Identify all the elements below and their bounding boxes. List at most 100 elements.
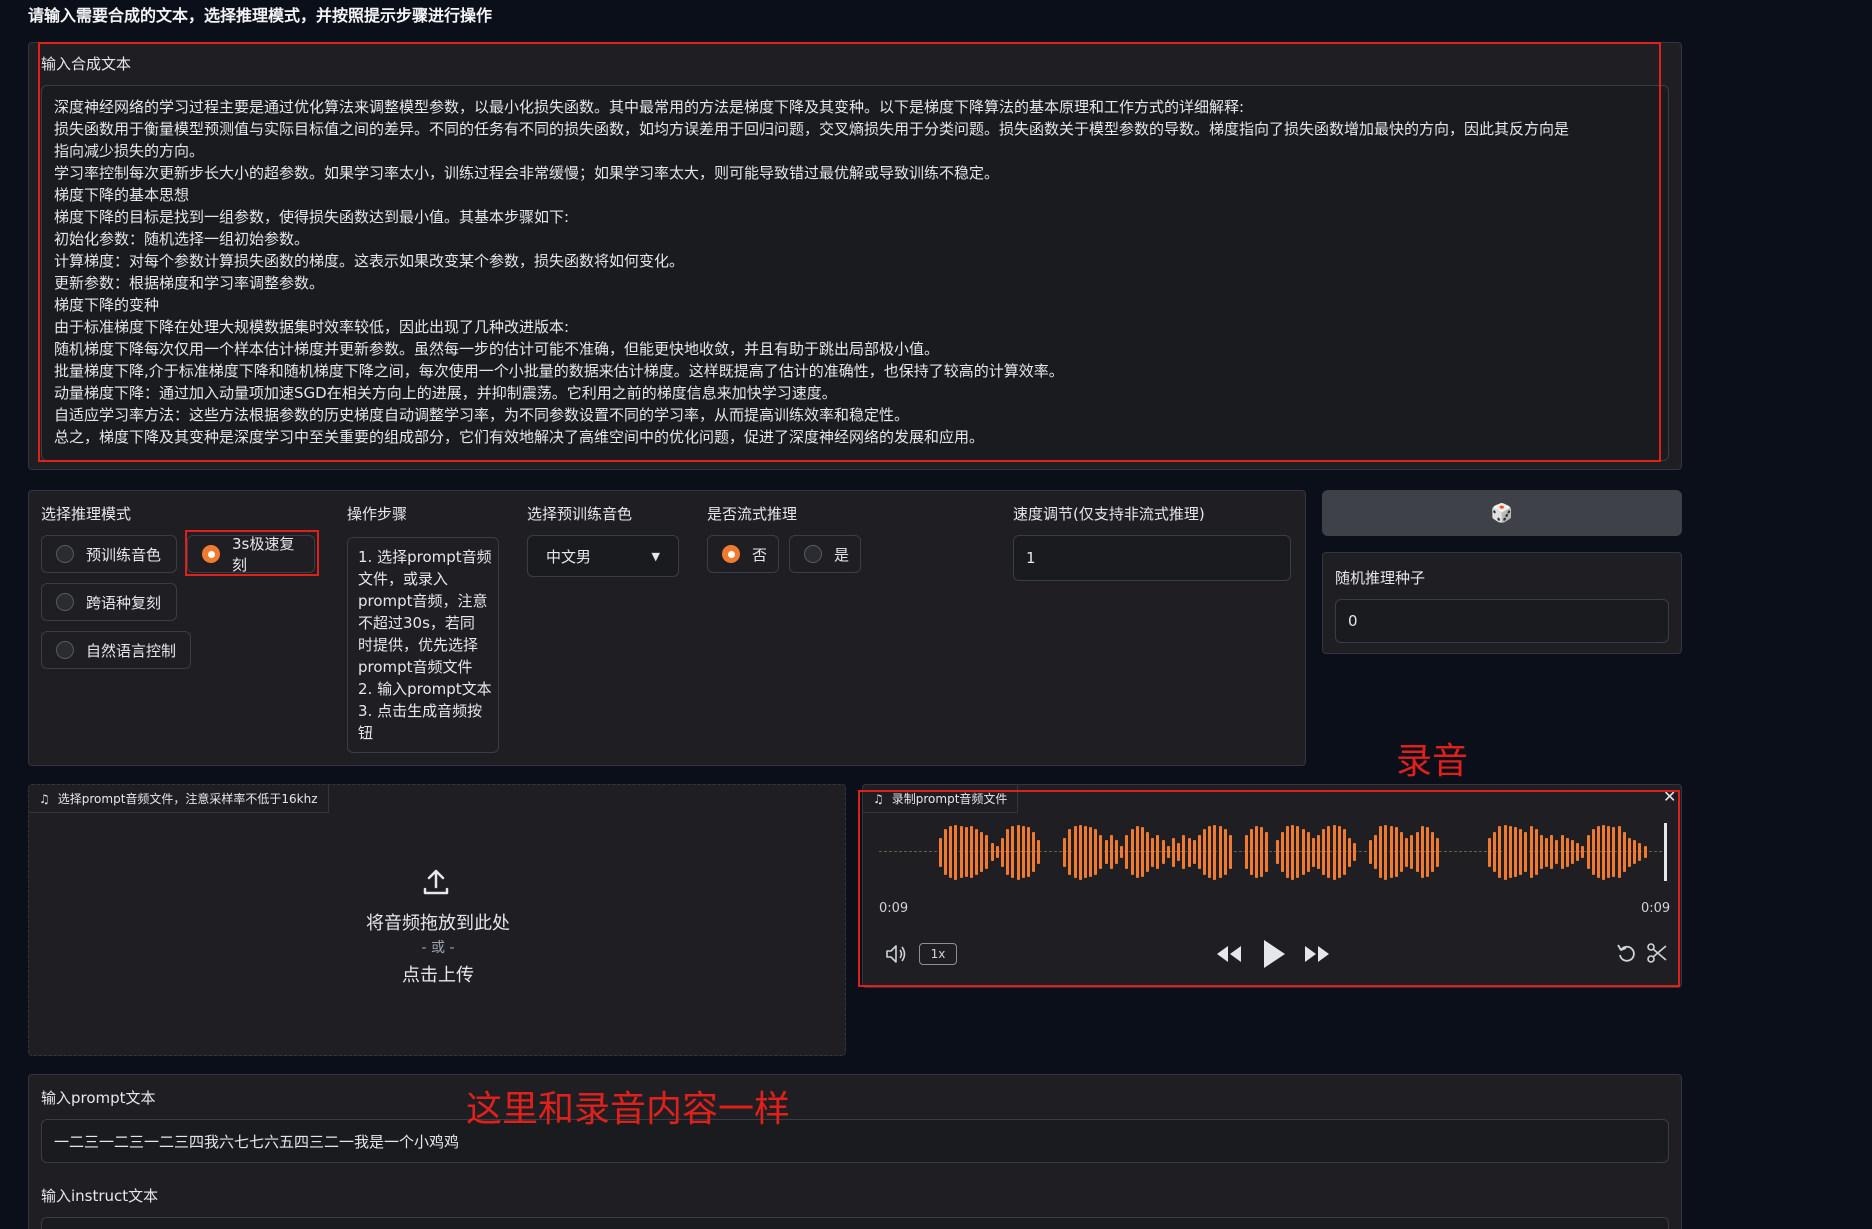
upload-panel[interactable]: ♫ 选择prompt音频文件，注意采样率不低于16khz 将音频拖放到此处 - … (28, 784, 846, 1056)
steps-line: 1. 选择prompt音频 (358, 548, 492, 566)
waveform-bar (1197, 834, 1201, 870)
waveform-bar (1001, 837, 1004, 867)
waveform-bar (1436, 837, 1440, 867)
random-seed-button[interactable]: 🎲 (1322, 490, 1682, 536)
play-icon[interactable] (1259, 937, 1289, 971)
scissors-icon[interactable] (1645, 941, 1669, 965)
tts-text-line: 随机梯度下降每次仅用一个样本估计梯度并更新参数。虽然每一步的估计可能不准确，但能… (54, 340, 940, 358)
playhead[interactable] (1664, 823, 1667, 881)
waveform-bar (1348, 837, 1352, 867)
tts-text-line: 总之，梯度下降及其变种是深度学习中至关重要的组成部分，它们有效地解决了高维空间中… (54, 428, 985, 446)
annotation-record: 录音 (1396, 741, 1469, 782)
tts-text-line: 指向减少损失的方向。 (54, 142, 205, 160)
waveform-bar (1488, 837, 1491, 867)
waveform-bar (985, 834, 989, 870)
page-heading: 请输入需要合成的文本，选择推理模式，并按照提示步骤进行操作 (28, 6, 493, 25)
prompt-text-input[interactable]: 一二三一二三一二三四我六七七六五四三二一我是一个小鸡鸡 (41, 1119, 1669, 1163)
mode-option[interactable]: 预训练音色 (41, 535, 177, 573)
mode-option-label: 跨语种复刻 (86, 593, 162, 612)
waveform-bar (1078, 824, 1082, 880)
seed-input[interactable]: 0 (1335, 599, 1669, 643)
waveform-bar (1384, 824, 1388, 880)
radio-icon (202, 545, 220, 563)
mode-option-label: 预训练音色 (86, 545, 162, 564)
volume-icon[interactable] (883, 941, 909, 967)
waveform-bar (1643, 846, 1647, 858)
waveform-bar (1374, 834, 1377, 870)
instruct-text-input[interactable] (41, 1217, 1669, 1229)
waveform-bar (1068, 828, 1072, 876)
upload-click-text[interactable]: 点击上传 (29, 961, 847, 987)
speed-label: 速度调节(仅支持非流式推理) (1013, 505, 1205, 523)
upload-tab: ♫ 选择prompt音频文件，注意采样率不低于16khz (29, 785, 329, 813)
tts-text-line: 批量梯度下降,介于标准梯度下降和随机梯度下降之间，每次使用一个小批量的数据来估计… (54, 362, 1064, 380)
waveform-bar (1545, 837, 1548, 867)
waveform-bar (1529, 825, 1533, 879)
record-tab-label: 录制prompt音频文件 (891, 792, 1008, 806)
waveform-bar (1612, 827, 1616, 877)
waveform-bar (1192, 840, 1196, 864)
waveform-bar (1503, 824, 1507, 880)
waveform-bar (1120, 846, 1124, 858)
steps-line: 3. 点击生成音频按 (358, 702, 483, 720)
instruct-text-label: 输入instruct文本 (41, 1187, 159, 1205)
stream-option[interactable]: 否 (707, 535, 779, 573)
undo-icon[interactable] (1615, 941, 1639, 965)
waveform-bar (990, 843, 994, 861)
waveform[interactable] (879, 821, 1667, 883)
playback-rate-button[interactable]: 1x (919, 943, 957, 965)
waveform-bar (1368, 840, 1372, 864)
waveform-bar (1161, 840, 1165, 864)
upload-drop-text: 将音频拖放到此处 (366, 913, 510, 934)
prompt-text-value: 一二三一二三一二三四我六七七六五四三二一我是一个小鸡鸡 (54, 1132, 460, 1151)
waveform-bar (1166, 846, 1170, 858)
waveform-bar (995, 846, 999, 858)
steps-label: 操作步骤 (347, 505, 408, 523)
radio-icon (56, 545, 74, 563)
speed-input[interactable]: 1 (1013, 535, 1291, 581)
waveform-bar (1322, 828, 1326, 876)
mode-option[interactable]: 跨语种复刻 (41, 583, 177, 621)
upload-or-text: - 或 - (421, 940, 455, 956)
waveform-bar (1586, 834, 1590, 870)
tts-text-input[interactable]: 深度神经网络的学习过程主要是通过优化算法来调整模型参数，以最小化损失函数。其中最… (41, 85, 1669, 461)
dice-icon: 🎲 (1490, 502, 1514, 524)
tts-text-line: 更新参数：根据梯度和学习率调整参数。 (54, 274, 325, 292)
steps-line: 时提供，优先选择 (358, 636, 479, 654)
waveform-bar (1410, 834, 1414, 870)
mode-option[interactable]: 3s极速复刻 (187, 535, 315, 574)
waveform-bar (1037, 840, 1041, 864)
waveform-bar (969, 825, 973, 879)
stream-option-label: 否 (752, 545, 768, 564)
record-panel: ♫ 录制prompt音频文件 ✕ 0:09 0:09 1x (862, 784, 1682, 988)
waveform-bar (1151, 837, 1155, 867)
seed-label: 随机推理种子 (1335, 569, 1426, 587)
steps-box: 1. 选择prompt音频 文件，或录入 prompt音频，注意 不超过30s，若同时… (347, 537, 499, 753)
rewind-icon[interactable] (1215, 941, 1243, 967)
voice-select[interactable]: 中文男 ▼ (527, 535, 679, 577)
waveform-bar (1094, 828, 1098, 876)
waveform-bar (1576, 843, 1580, 861)
tts-text-lines: 深度神经网络的学习过程主要是通过优化算法来调整模型参数，以最小化损失函数。其中最… (54, 96, 1656, 448)
mode-option[interactable]: 自然语言控制 (41, 631, 191, 669)
waveform-bar (1327, 825, 1331, 879)
close-icon[interactable]: ✕ (1663, 787, 1676, 806)
prompt-panel: 输入prompt文本 一二三一二三一二三四我六七七六五四三二一我是一个小鸡鸡 输… (28, 1074, 1682, 1229)
waveform-bar (1177, 843, 1181, 861)
waveform-bar (1306, 831, 1310, 873)
waveform-bar (1083, 825, 1087, 879)
stream-option[interactable]: 是 (789, 535, 861, 573)
waveform-bar (1581, 846, 1585, 858)
annotation-prompt: 这里和录音内容一样 (466, 1089, 791, 1130)
waveform-bar (1125, 834, 1129, 870)
waveform-bar (1342, 828, 1346, 876)
waveform-bar (1415, 831, 1419, 873)
waveform-bar (1265, 831, 1269, 873)
waveform-bar (1296, 825, 1300, 879)
mode-label: 选择推理模式 (41, 505, 132, 523)
fast-forward-icon[interactable] (1303, 941, 1331, 967)
waveform-bar (1301, 828, 1305, 876)
waveform-bar (1026, 827, 1030, 877)
tts-text-line: 梯度下降的基本思想 (54, 186, 190, 204)
waveform-bar (1627, 837, 1631, 867)
